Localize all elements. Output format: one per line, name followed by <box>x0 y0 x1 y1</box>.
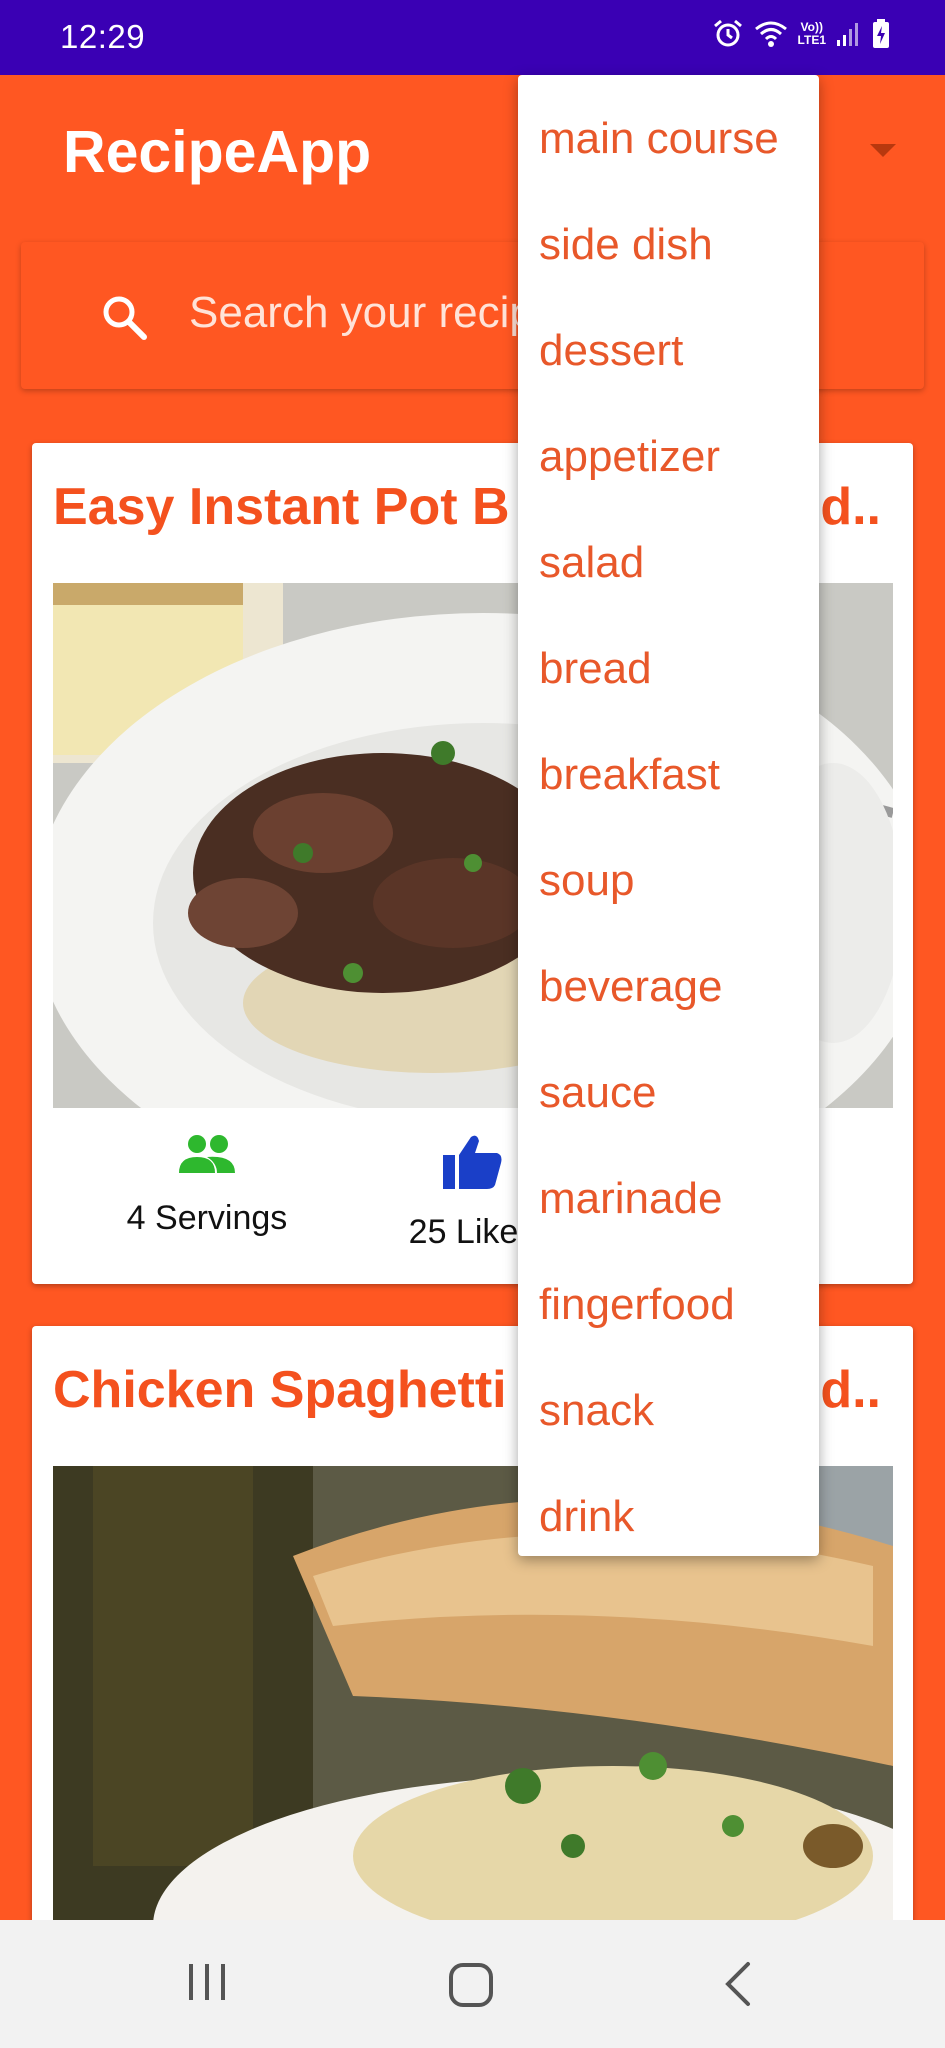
menu-item-snack[interactable]: snack <box>518 1368 819 1474</box>
alarm-icon <box>713 19 742 47</box>
app-title: RecipeApp <box>63 119 372 185</box>
menu-item-dessert[interactable]: dessert <box>518 308 819 414</box>
recipe-title-tail: d.. <box>820 1360 881 1420</box>
battery-icon <box>873 19 889 48</box>
menu-item-bread[interactable]: bread <box>518 626 819 732</box>
menu-item-appetizer[interactable]: appetizer <box>518 414 819 520</box>
menu-item-breakfast[interactable]: breakfast <box>518 732 819 838</box>
thumbs-up-icon <box>443 1135 502 1189</box>
recent-apps-icon[interactable] <box>185 1960 229 2004</box>
menu-item-fingerfood[interactable]: fingerfood <box>518 1262 819 1368</box>
servings-stat: 4 Servings <box>62 1133 352 1238</box>
people-icon <box>179 1135 235 1173</box>
menu-item-main-course[interactable]: main course <box>518 96 819 202</box>
signal-icon <box>837 23 858 46</box>
menu-item-salad[interactable]: salad <box>518 520 819 626</box>
home-icon[interactable] <box>446 1960 496 2010</box>
caret-down-icon[interactable] <box>868 140 898 160</box>
wifi-icon <box>754 21 787 47</box>
category-dropdown-menu: main course side dish dessert appetizer … <box>518 75 819 1556</box>
menu-item-beverage[interactable]: beverage <box>518 944 819 1050</box>
navigation-bar <box>0 1920 945 2048</box>
back-icon[interactable] <box>718 1960 758 2008</box>
recipe-title-tail: d.. <box>820 477 881 537</box>
status-bar: 12:29 Vo)) LTE1 <box>0 0 945 75</box>
servings-label: 4 Servings <box>126 1199 288 1237</box>
menu-item-drink[interactable]: drink <box>518 1474 819 1580</box>
search-icon <box>103 296 147 340</box>
menu-item-soup[interactable]: soup <box>518 838 819 944</box>
status-time: 12:29 <box>60 18 146 55</box>
network-type-label: Vo)) LTE1 <box>797 20 826 47</box>
menu-item-side-dish[interactable]: side dish <box>518 202 819 308</box>
menu-item-marinade[interactable]: marinade <box>518 1156 819 1262</box>
status-icons: Vo)) LTE1 <box>712 18 890 50</box>
menu-item-sauce[interactable]: sauce <box>518 1050 819 1156</box>
